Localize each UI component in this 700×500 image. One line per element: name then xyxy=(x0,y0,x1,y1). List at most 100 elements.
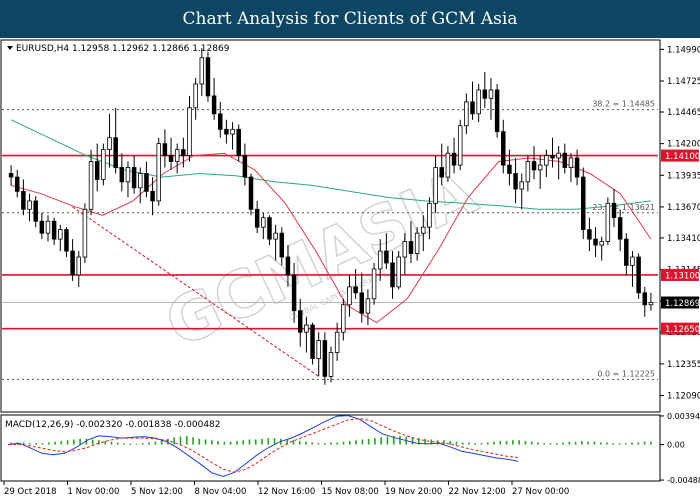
candle-body xyxy=(242,155,248,178)
trading-chart: GCMASIAGLOBAL CAPITAL MARKETS 38.2 = 1.1… xyxy=(0,38,700,500)
macd-histogram-bar xyxy=(292,440,295,445)
candle-body xyxy=(617,217,623,240)
candle-body xyxy=(365,298,371,314)
candle-body xyxy=(273,232,278,240)
price-tick-label: 1.13410 xyxy=(667,234,700,244)
candle-body xyxy=(396,256,401,288)
candle-body xyxy=(279,232,285,258)
macd-histogram-bar xyxy=(29,443,31,445)
macd-histogram-bar xyxy=(650,441,652,445)
fib-label: 38.2 = 1.14485 xyxy=(592,100,655,109)
symbol-line: EURUSD,H4 1.12958 1.12962 1.12866 1.1286… xyxy=(16,44,230,54)
macd-histogram-bar xyxy=(211,440,213,445)
macd-histogram-bar xyxy=(518,440,520,445)
macd-histogram-bar xyxy=(486,442,489,445)
candle-body xyxy=(218,113,223,130)
macd-histogram-bar xyxy=(493,441,495,445)
macd-histogram-bar xyxy=(73,439,75,445)
candle-body xyxy=(125,167,131,183)
candle-body xyxy=(45,220,51,234)
candle-body xyxy=(599,241,604,246)
candle-body xyxy=(267,217,272,240)
macd-histogram-bar xyxy=(593,441,596,445)
macd-histogram-bar xyxy=(142,443,144,445)
macd-histogram-bar xyxy=(455,441,458,445)
macd-tick-label: 0.003946 xyxy=(667,412,700,421)
macd-tick-label: -0.004888 xyxy=(667,476,700,485)
candle-body xyxy=(537,164,543,171)
macd-histogram-bar xyxy=(367,438,370,445)
time-tick-label: 22 Nov 12:00 xyxy=(449,487,506,497)
macd-histogram-bar xyxy=(173,437,176,445)
macd-histogram-bar xyxy=(192,437,194,445)
candle-body xyxy=(328,352,334,377)
macd-histogram-bar xyxy=(41,443,44,445)
candle-body xyxy=(371,268,377,300)
macd-histogram-bar xyxy=(160,440,163,445)
macd-histogram-bar xyxy=(374,438,376,445)
candle-body xyxy=(224,128,229,135)
time-tick-label: 12 Nov 16:00 xyxy=(258,487,315,497)
candle-body xyxy=(482,89,488,99)
candle-body xyxy=(377,250,383,270)
candle-body xyxy=(488,89,494,99)
macd-histogram-bar xyxy=(336,442,339,445)
candle-body xyxy=(605,202,611,242)
candle-body xyxy=(581,176,586,230)
macd-histogram-bar xyxy=(104,440,107,445)
candle-body xyxy=(347,286,352,306)
candle-body xyxy=(310,324,315,359)
macd-histogram-bar xyxy=(98,440,100,445)
macd-histogram-bar xyxy=(499,440,502,445)
level-tag-label: 1.14100 xyxy=(665,152,700,162)
candle-body xyxy=(470,101,475,115)
candle-body xyxy=(494,89,500,133)
macd-histogram-bar xyxy=(562,442,564,445)
macd-histogram-bar xyxy=(599,442,602,445)
macd-histogram-bar xyxy=(361,439,364,445)
candle-body xyxy=(593,238,598,246)
macd-histogram-bar xyxy=(110,441,113,445)
macd-histogram-bar xyxy=(505,440,508,445)
macd-histogram-bar xyxy=(449,440,451,445)
level-tag-label: 1.12650 xyxy=(665,325,700,335)
candle-body xyxy=(427,202,432,228)
macd-histogram-bar xyxy=(411,437,414,445)
candle-body xyxy=(21,190,26,210)
macd-histogram-bar xyxy=(198,438,201,445)
candle-body xyxy=(33,200,38,222)
candle-body xyxy=(94,161,100,180)
macd-histogram-bar xyxy=(317,443,320,445)
candle-body xyxy=(211,95,217,115)
candle-body xyxy=(630,256,635,266)
candle-body xyxy=(230,128,235,135)
candle-body xyxy=(76,256,81,276)
macd-histogram-bar xyxy=(35,443,38,445)
macd-histogram-bar xyxy=(154,441,157,445)
price-tick-label: 1.13935 xyxy=(667,171,700,181)
macd-histogram-bar xyxy=(468,442,470,445)
candle-body xyxy=(156,143,161,202)
candle-body xyxy=(624,238,629,266)
candle-body xyxy=(322,340,328,377)
candle-body xyxy=(304,324,309,333)
candle-body xyxy=(39,220,45,234)
macd-histogram-bar xyxy=(581,440,583,445)
time-tick-label: 19 Nov 20:00 xyxy=(385,487,442,497)
candle-body xyxy=(445,152,451,178)
candle-body xyxy=(187,107,192,156)
candle-body xyxy=(501,131,506,166)
macd-histogram-bar xyxy=(248,439,251,445)
price-tick-label: 1.14200 xyxy=(667,140,700,150)
candle-body xyxy=(384,250,389,264)
macd-histogram-bar xyxy=(60,440,63,445)
macd-histogram-bar xyxy=(185,435,188,445)
macd-histogram-bar xyxy=(443,440,445,445)
macd-histogram-bar xyxy=(323,443,326,445)
candle-body xyxy=(58,229,63,240)
macd-histogram-bar xyxy=(217,440,219,445)
candle-body xyxy=(550,155,555,159)
candle-body xyxy=(261,217,266,228)
macd-histogram-bar xyxy=(298,440,301,445)
macd-histogram-bar xyxy=(229,441,232,445)
